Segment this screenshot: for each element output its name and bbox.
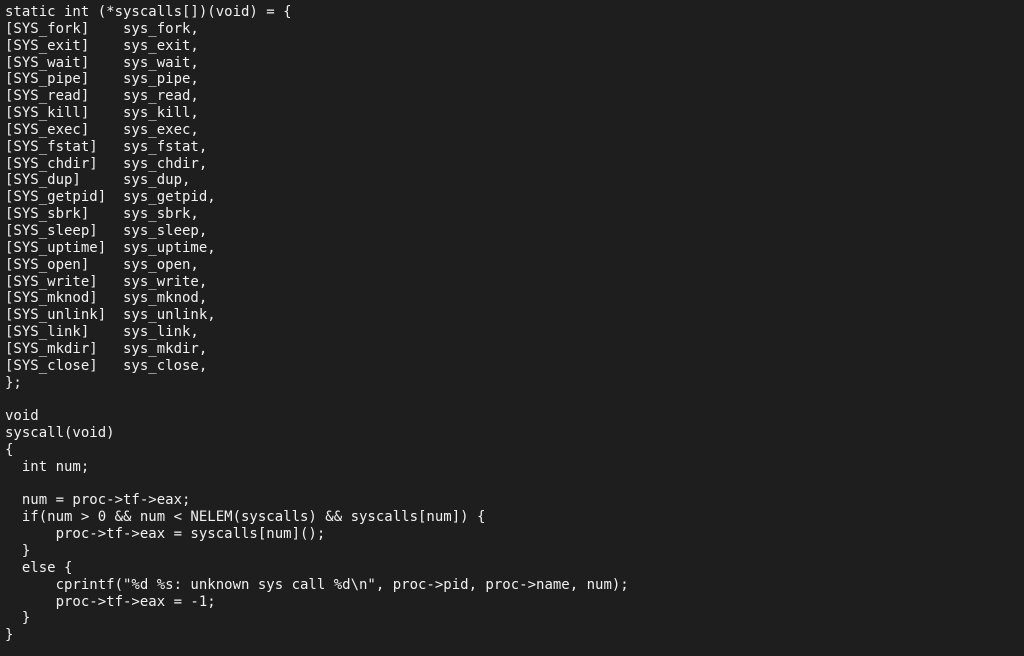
code-line: syscall(void) (5, 425, 115, 442)
code-line: } (5, 543, 31, 559)
code-line: [SYS_exec] sys_exec, (5, 121, 199, 138)
code-line: [SYS_read] sys_read, (5, 88, 199, 105)
code-line: num = proc->tf->eax; (5, 492, 191, 509)
code-line: [SYS_mknod] sys_mknod, (5, 290, 208, 307)
code-line: [SYS_sbrk] sys_sbrk, (5, 206, 199, 223)
code-line: [SYS_chdir] sys_chdir, (5, 155, 208, 172)
code-line: void (5, 408, 39, 425)
code-line: [SYS_wait] sys_wait, (5, 54, 199, 71)
code-line: proc->tf->eax = -1; (5, 593, 216, 610)
code-line: [SYS_uptime] sys_uptime, (5, 239, 216, 256)
code-line: [SYS_write] sys_write, (5, 273, 208, 290)
code-line: } (5, 610, 31, 627)
code-line: proc->tf->eax = syscalls[num](); (5, 526, 326, 543)
code-line: [SYS_getpid] sys_getpid, (5, 189, 216, 206)
code-line: [SYS_link] sys_link, (5, 324, 199, 341)
code-line: [SYS_open] sys_open, (5, 256, 199, 273)
code-line: cprintf("%d %s: unknown sys call %d\n", … (5, 576, 629, 593)
code-line: { (5, 441, 14, 458)
code-line: [SYS_dup] sys_dup, (5, 172, 191, 189)
code-line: [SYS_exit] sys_exit, (5, 37, 199, 54)
code-line: } (5, 627, 14, 644)
code-line: }; (5, 374, 22, 391)
code-line: [SYS_close] sys_close, (5, 357, 208, 374)
code-view: static int (*syscalls[])(void) = {[SYS_f… (5, 4, 629, 644)
code-line: [SYS_pipe] sys_pipe, (5, 71, 199, 88)
code-line: [SYS_mkdir] sys_mkdir, (5, 340, 208, 357)
code-line: [SYS_kill] sys_kill, (5, 105, 199, 122)
code-line: [SYS_fstat] sys_fstat, (5, 138, 208, 155)
code-line: int num; (5, 458, 90, 475)
code-line: static int (*syscalls[])(void) = { (5, 4, 292, 20)
code-line: else { (5, 559, 73, 576)
code-line: [SYS_sleep] sys_sleep, (5, 222, 208, 239)
code-line: [SYS_fork] sys_fork, (5, 20, 199, 37)
code-line: [SYS_unlink] sys_unlink, (5, 307, 216, 324)
code-line: if(num > 0 && num < NELEM(syscalls) && s… (5, 509, 486, 526)
